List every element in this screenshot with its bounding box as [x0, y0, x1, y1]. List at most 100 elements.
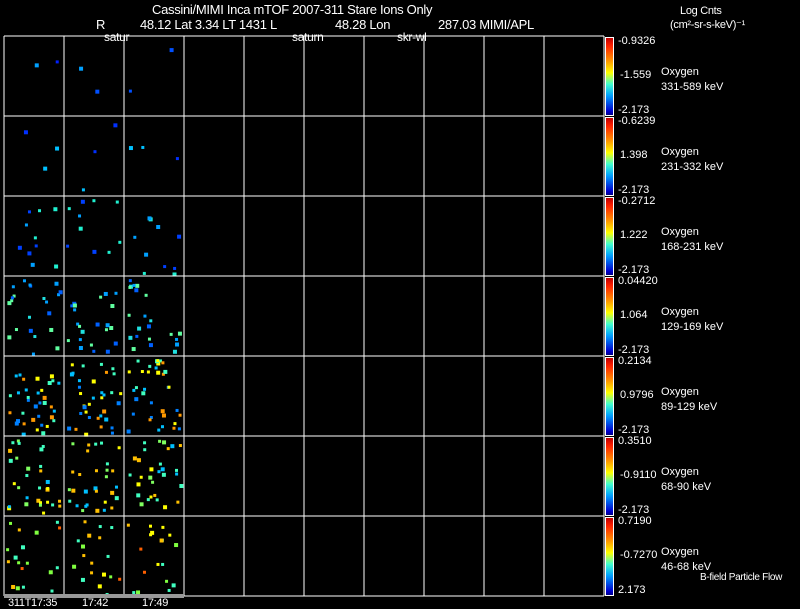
heatmap-pixel — [25, 561, 29, 565]
heatmap-pixel — [149, 495, 153, 499]
heatmap-pixel — [113, 123, 118, 128]
heatmap-pixel — [174, 543, 179, 548]
heatmap-pixel — [102, 409, 107, 414]
heatmap-pixel — [34, 530, 39, 535]
heatmap-pixel — [175, 337, 179, 341]
heatmap-pixel — [8, 448, 13, 453]
panel-energy: 168-231 keV — [661, 241, 724, 253]
colorbar-mid-label: 0.9796 — [620, 389, 654, 401]
heatmap-pixel — [173, 422, 177, 426]
heatmap-pixel — [28, 328, 33, 333]
heatmap-pixel — [102, 508, 106, 512]
heatmap-pixel — [11, 285, 15, 289]
heatmap-pixel — [78, 214, 82, 218]
heatmap-pixel — [33, 335, 37, 339]
heatmap-pixel — [126, 523, 130, 527]
heatmap-pixel — [66, 244, 70, 248]
heatmap-pixel — [26, 395, 30, 399]
heatmap-pixel — [68, 499, 72, 503]
heatmap-pixel — [42, 395, 47, 400]
heatmap-pixel — [39, 464, 43, 468]
heatmap-pixel — [144, 293, 148, 297]
heatmap-pixel — [15, 586, 20, 591]
heatmap-pixel — [27, 315, 31, 319]
heatmap-pixel — [127, 313, 131, 317]
heatmap-pixel — [42, 511, 46, 515]
heatmap-pixel — [168, 533, 172, 537]
heatmap-pixel — [87, 402, 91, 406]
heatmap-pixel — [175, 342, 180, 347]
heatmap-pixel — [21, 411, 25, 415]
heatmap-pixel — [77, 379, 81, 383]
heatmap-pixel — [49, 374, 54, 379]
panel-energy: 89-129 keV — [661, 401, 718, 413]
panel-species: Oxygen — [661, 466, 699, 478]
heatmap-pixel — [7, 335, 12, 340]
heatmap-pixel — [35, 428, 39, 432]
colorbar-max-label: 0.3510 — [618, 435, 652, 447]
heatmap-pixel — [67, 426, 72, 431]
heatmap-pixel — [158, 439, 162, 443]
heatmap-pixel — [10, 296, 14, 300]
heatmap-pixel — [71, 442, 75, 446]
heatmap-pixel — [177, 427, 181, 431]
heatmap-pixel — [149, 401, 153, 405]
heatmap-pixel — [78, 226, 83, 231]
heatmap-pixel — [110, 304, 115, 309]
heatmap-pixel — [79, 392, 83, 396]
heatmap-pixel — [55, 520, 59, 524]
heatmap-pixel — [86, 449, 90, 453]
heatmap-pixel — [156, 225, 161, 230]
heatmap-pixel — [46, 487, 50, 491]
heatmap-pixel — [135, 334, 139, 338]
heatmap-pixel — [39, 469, 43, 473]
heatmap-pixel — [92, 199, 96, 203]
heatmap-pixel — [8, 458, 13, 463]
heatmap-pixel — [110, 426, 114, 430]
heatmap-pixel — [49, 327, 54, 332]
heatmap-pixel — [22, 279, 26, 283]
heatmap-pixel — [30, 262, 35, 267]
heatmap-pixel — [142, 271, 146, 275]
panel-species: Oxygen — [661, 386, 699, 398]
marker-skr-wl: skr-wl — [397, 30, 427, 44]
heatmap-pixel — [79, 411, 83, 415]
heatmap-pixel — [101, 572, 106, 577]
heatmap-pixel — [91, 396, 95, 400]
heatmap-pixel — [169, 48, 174, 53]
heatmap-pixel — [96, 416, 100, 420]
colorbar — [605, 37, 614, 116]
heatmap-pixel — [49, 415, 54, 420]
heatmap-pixel — [128, 335, 133, 340]
heatmap-pixel — [105, 349, 110, 354]
heatmap-pixel — [105, 468, 109, 472]
heatmap-pixel — [90, 561, 94, 565]
heatmap-pixel — [17, 441, 21, 445]
heatmap-pixel — [114, 291, 118, 295]
heatmap-pixel — [17, 561, 21, 565]
heatmap-pixel — [78, 473, 82, 477]
heatmap-pixel — [38, 503, 42, 507]
heatmap-pixel — [175, 472, 179, 476]
heatmap-pixel — [110, 391, 114, 395]
colorbar — [605, 197, 614, 276]
heatmap-pixel — [114, 485, 118, 489]
heatmap-pixel — [94, 469, 98, 473]
colorbar-max-label: -0.2712 — [618, 195, 656, 207]
heatmap-pixel — [161, 525, 165, 529]
heatmap-pixel — [136, 493, 141, 498]
heatmap-pixel — [24, 502, 29, 507]
heatmap-pixel — [169, 332, 173, 336]
heatmap-pixel — [17, 486, 21, 490]
heatmap-pixel — [143, 441, 147, 445]
heatmap-pixel — [67, 488, 71, 492]
heatmap-pixel — [175, 157, 179, 161]
heatmap-pixel — [22, 377, 26, 381]
heatmap-pixel — [95, 508, 100, 513]
heatmap-pixel — [76, 539, 80, 543]
heatmap-pixel — [170, 444, 175, 449]
heatmap-pixel — [139, 547, 143, 551]
heatmap-pixel — [163, 369, 168, 374]
panel-energy: 129-169 keV — [661, 321, 724, 333]
heatmap-pixel — [54, 281, 59, 286]
